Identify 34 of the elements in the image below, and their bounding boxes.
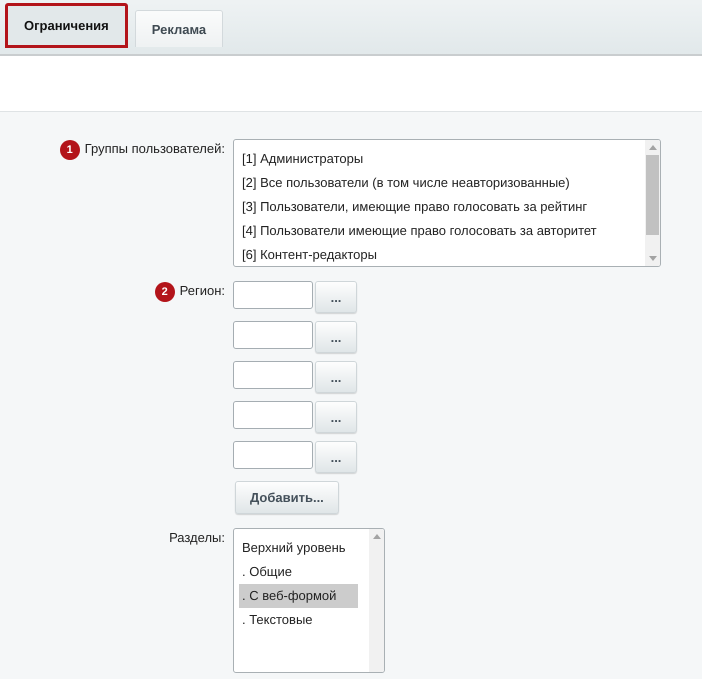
field-label: Разделы: — [169, 529, 225, 547]
scroll-down-arrow-icon[interactable] — [648, 256, 656, 261]
browse-button[interactable]: ... — [315, 441, 357, 473]
browse-button[interactable]: ... — [315, 321, 357, 353]
field-label: Группы пользователей: — [84, 140, 225, 158]
listbox[interactable] — [233, 139, 661, 267]
list-option[interactable]: . С веб-формой — [239, 584, 358, 608]
list-option[interactable]: . Общие — [239, 560, 295, 584]
tab[interactable]: Реклама — [134, 10, 224, 47]
region-input[interactable] — [233, 321, 313, 349]
list-option[interactable]: [3] Пользователи, имеющие право голосовать за рейтинг — [239, 195, 590, 219]
list-option[interactable]: [2] Все пользователи (в том числе неавторизованные) — [239, 171, 573, 195]
region-input[interactable] — [233, 401, 313, 429]
scrollbar[interactable] — [645, 140, 660, 266]
scroll-up-arrow-icon[interactable] — [372, 534, 380, 539]
number-badge: 2 — [154, 282, 175, 302]
scrollbar[interactable] — [369, 529, 384, 672]
region-input[interactable] — [233, 441, 313, 469]
browse-button[interactable]: ... — [315, 401, 357, 433]
tab[interactable]: Ограничения — [5, 3, 128, 48]
list-option[interactable]: [1] Администраторы — [239, 147, 366, 171]
region-input[interactable] — [233, 361, 313, 389]
browse-button[interactable]: ... — [315, 281, 357, 313]
list-option[interactable]: Верхний уровень — [239, 536, 349, 560]
browse-button[interactable]: ... — [315, 361, 357, 393]
add-button[interactable]: Добавить... — [235, 481, 339, 514]
number-badge: 1 — [60, 140, 80, 160]
scroll-up-arrow-icon[interactable] — [648, 145, 656, 150]
list-option[interactable]: [4] Пользователи имеющие право голосовать за авторитет — [239, 219, 600, 243]
region-input[interactable] — [233, 281, 313, 309]
list-option[interactable]: . Текстовые — [239, 608, 316, 632]
listbox[interactable]: Верхний уровень . Общие . С веб-формой . Текстовые — [233, 528, 385, 673]
list-option[interactable]: [6] Контент-редакторы — [239, 243, 380, 266]
field-label: Регион: — [180, 282, 225, 300]
